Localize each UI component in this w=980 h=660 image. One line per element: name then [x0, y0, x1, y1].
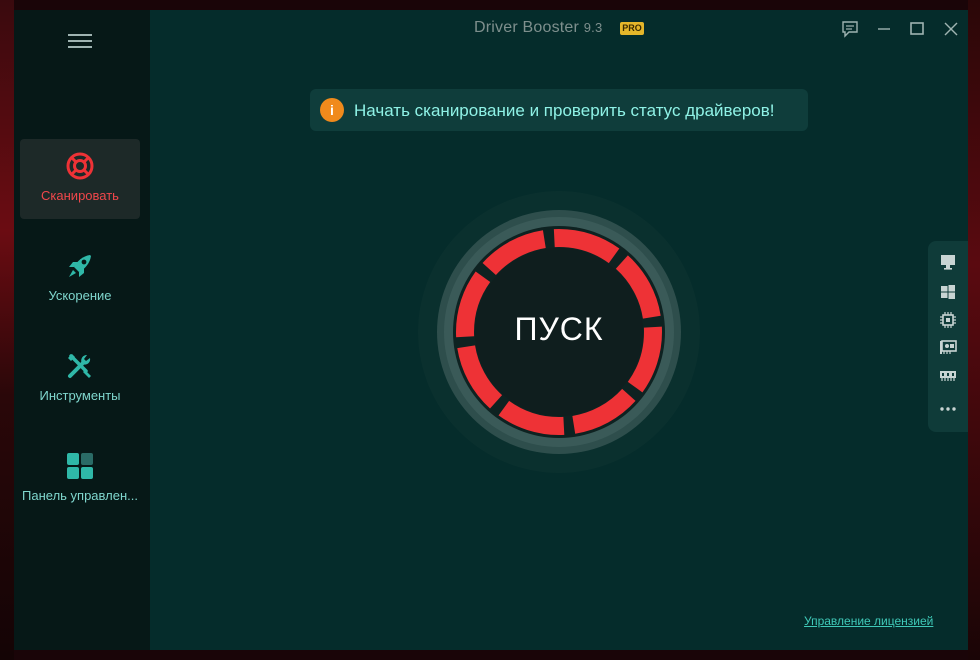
- app-version: 9.3: [583, 20, 603, 35]
- minimize-icon[interactable]: [873, 18, 895, 40]
- window-title: Driver Booster 9.3: [474, 19, 602, 37]
- tools-icon: [68, 354, 91, 378]
- hamburger-menu-button[interactable]: [68, 34, 92, 50]
- menu-line-icon: [68, 34, 92, 36]
- chip-icon[interactable]: [939, 311, 957, 329]
- info-banner: i Начать сканирование и проверить статус…: [310, 89, 808, 131]
- license-management-link[interactable]: Управление лицензией: [804, 614, 933, 628]
- network-card-icon[interactable]: [939, 338, 957, 356]
- start-scan-button[interactable]: ПУСК: [417, 190, 701, 474]
- desktop-background-right: [968, 0, 980, 660]
- windows-icon[interactable]: [939, 283, 957, 301]
- sidebar-item-label: Сканировать: [41, 188, 119, 203]
- info-icon: i: [320, 98, 344, 122]
- lifebuoy-icon: [66, 152, 94, 180]
- rocket-icon: [69, 255, 91, 277]
- monitor-icon[interactable]: [939, 253, 957, 271]
- banner-text: Начать сканирование и проверить статус д…: [354, 101, 775, 120]
- sidebar-item-tools[interactable]: Инструменты: [20, 339, 140, 419]
- hardware-info-panel: [928, 241, 968, 432]
- sidebar-item-label: Ускорение: [48, 288, 112, 303]
- app-window: Сканировать Ускорение Инструменты Панель…: [14, 10, 968, 650]
- app-name: Driver Booster: [474, 19, 580, 36]
- dashboard-icon: [67, 453, 93, 479]
- memory-icon[interactable]: [939, 366, 957, 384]
- maximize-icon[interactable]: [906, 18, 928, 40]
- start-ring-icon: [418, 191, 700, 473]
- sidebar-item-boost[interactable]: Ускорение: [20, 239, 140, 319]
- desktop-background-left: [0, 0, 14, 660]
- sidebar-item-dashboard[interactable]: Панель управлен...: [20, 439, 140, 519]
- pro-badge: PRO: [620, 22, 644, 35]
- sidebar-item-scan[interactable]: Сканировать: [20, 139, 140, 219]
- sidebar: Сканировать Ускорение Инструменты Панель…: [14, 10, 150, 650]
- menu-line-icon: [68, 40, 92, 42]
- menu-line-icon: [68, 46, 92, 48]
- sidebar-item-label: Инструменты: [39, 388, 121, 403]
- feedback-icon[interactable]: [839, 18, 861, 40]
- more-icon[interactable]: [939, 400, 957, 418]
- sidebar-item-label: Панель управлен...: [22, 488, 138, 503]
- close-icon[interactable]: [940, 18, 962, 40]
